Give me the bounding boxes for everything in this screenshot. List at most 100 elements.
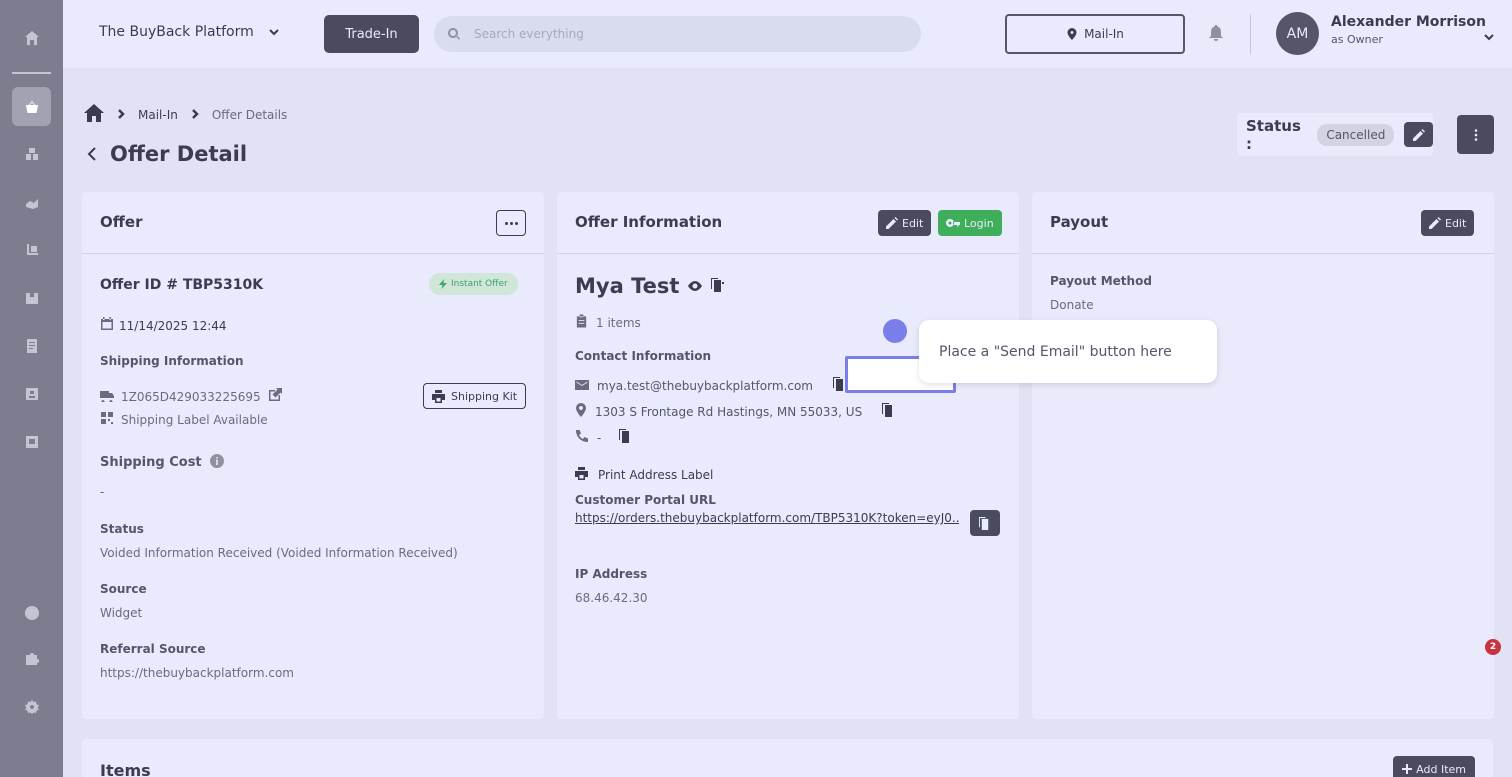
eye-icon[interactable] [687,277,703,296]
payout-title: Payout [1050,213,1109,231]
puzzle-icon[interactable] [12,639,51,678]
customer-name-row: Mya Test [575,274,725,298]
phone-row: - [575,428,632,447]
printer-icon [432,389,445,403]
bolt-icon [439,279,447,289]
customer-name: Mya Test [575,274,680,298]
search-bar [434,16,921,52]
offer-date: 11/14/2025 12:44 [119,318,227,333]
user-role: as Owner [1331,33,1383,46]
plus-icon [1402,764,1413,774]
avatar[interactable]: AM [1276,12,1319,55]
shop-icon[interactable] [12,87,51,126]
edit-status-button[interactable] [1404,122,1433,147]
source-label: Source [100,582,147,596]
address-row: 1303 S Frontage Rd Hastings, MN 55033, U… [575,402,895,421]
login-button[interactable]: Login [938,210,1002,236]
location-label: Mail-In [1084,27,1124,41]
login-label: Login [964,216,994,230]
help-icon[interactable] [12,593,51,632]
brand-name: The BuyBack Platform [99,24,254,40]
location-selector[interactable]: Mail-In [1005,14,1185,54]
breadcrumb: Mail-In Offer Details [84,104,287,125]
shipping-kit-label: Shipping Kit [451,389,518,403]
home-icon[interactable] [12,18,51,57]
breadcrumb-mail-in[interactable]: Mail-In [138,108,178,122]
user-name[interactable]: Alexander Morrison [1331,14,1486,30]
receipt-icon[interactable] [12,326,51,365]
offer-menu-button[interactable] [496,210,526,236]
kebab-icon [1474,128,1477,141]
items-title: Items [100,761,151,777]
print-address-label-link[interactable]: Print Address Label [575,465,713,484]
brand-switcher[interactable]: The BuyBack Platform [99,24,280,40]
copy-url-button[interactable] [970,510,1000,536]
tour-tooltip: Place a "Send Email" button here [919,320,1217,383]
bell-icon[interactable] [1207,24,1227,44]
map-pin-icon [575,402,587,421]
box-icon[interactable] [12,278,51,317]
email-row: mya.test@thebuybackplatform.com [575,376,846,395]
offer-id: Offer ID # TBP5310K [100,277,264,293]
ip-address-value: 68.46.42.30 [575,591,648,605]
home-icon[interactable] [84,104,104,125]
top-bar: The BuyBack Platform Trade-In Mail-In AM… [63,0,1512,68]
offer-information-card: Offer Information Edit Login Mya Test 1 … [557,192,1019,719]
divider [1250,14,1251,54]
status-label: Status : [1246,116,1301,153]
portal-url-link[interactable]: https://orders.thebuybackplatform.com/TB… [575,511,959,525]
add-item-label: Add Item [1416,762,1466,776]
status-panel: Status : Cancelled [1237,113,1433,156]
back-arrow-icon[interactable] [86,147,98,161]
referral-source-label: Referral Source [100,642,206,656]
edit-offer-info-button[interactable]: Edit [878,210,932,236]
offer-information-title: Offer Information [575,213,723,231]
shipping-cost-row: Shipping Cost [100,453,224,472]
payout-method-label: Payout Method [1050,274,1152,288]
copy-icon[interactable] [619,428,632,447]
tracking-row: 1Z065D429033225695 [100,387,282,406]
offer-status-label: Status [100,522,144,536]
phone-icon [575,428,589,447]
edit-payout-button[interactable]: Edit [1421,210,1475,236]
external-link-icon[interactable] [268,387,282,406]
tour-beacon[interactable] [883,319,907,343]
shipping-kit-button[interactable]: Shipping Kit [423,383,527,409]
copy-icon[interactable] [711,277,725,296]
payout-card: Payout Edit Payout Method Donate [1032,192,1494,719]
boxes-icon[interactable] [12,134,51,173]
instant-offer-label: Instant Offer [451,279,508,289]
search-icon [448,28,460,40]
info-icon[interactable] [209,453,224,472]
chevron-down-icon[interactable] [1483,28,1495,47]
badge-icon[interactable] [12,422,51,461]
more-actions-button[interactable] [1457,115,1494,154]
page-title-row: Offer Detail [86,142,247,166]
id-card-icon[interactable] [12,374,51,413]
instant-offer-badge: Instant Offer [429,273,518,295]
tracking-number[interactable]: 1Z065D429033225695 [121,390,261,404]
payout-method-value: Donate [1050,298,1094,312]
truck-icon [100,387,114,406]
tour-tooltip-text: Place a "Send Email" button here [939,343,1172,360]
hand-icon[interactable] [12,183,51,222]
dolly-icon[interactable] [12,230,51,269]
copy-icon[interactable] [882,402,895,421]
gear-icon[interactable] [12,687,51,726]
offer-information-header: Offer Information Edit Login [557,192,1019,254]
add-item-button[interactable]: Add Item [1393,756,1475,777]
shipping-cost-value: - [100,485,105,499]
status-badge: Cancelled [1317,123,1395,146]
printer-icon [575,465,588,484]
qr-code-icon [100,410,114,429]
payout-header: Payout Edit [1032,192,1494,254]
pencil-icon [886,217,898,229]
source-value: Widget [100,606,143,620]
trade-in-button[interactable]: Trade-In [324,15,419,53]
search-input[interactable] [474,27,874,41]
shipping-info-label: Shipping Information [100,354,244,368]
customer-phone: - [597,430,602,445]
print-address-label-text: Print Address Label [598,467,714,482]
copy-icon [979,516,989,530]
notification-count-badge[interactable]: 2 [1485,639,1501,655]
